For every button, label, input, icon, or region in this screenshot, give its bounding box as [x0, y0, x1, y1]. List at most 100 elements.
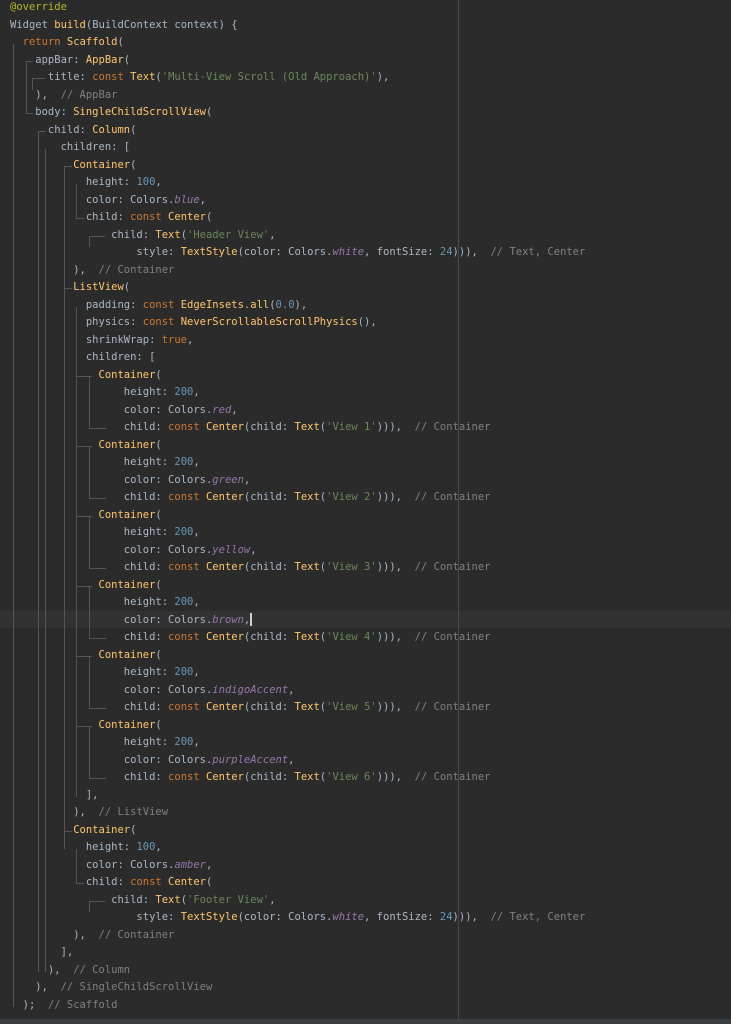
code-line[interactable]: style: TextStyle(color: Colors.white, fo… [10, 244, 585, 262]
code-token: ), [10, 263, 99, 276]
code-line[interactable]: child: const Center(child: Text('View 1'… [10, 419, 491, 437]
code-token: Container [73, 158, 131, 171]
code-token: Center [168, 876, 206, 888]
code-line[interactable]: Container( [10, 717, 162, 735]
code-token: , [155, 176, 162, 188]
code-line[interactable]: child: Column( [10, 122, 137, 140]
code-token: ListView [73, 281, 124, 293]
code-line[interactable]: Container( [10, 157, 136, 175]
code-token: // Container [414, 421, 491, 433]
code-token: green [212, 473, 244, 486]
code-token: height: [10, 456, 175, 468]
code-line[interactable]: ], [10, 787, 99, 805]
code-token: ( [205, 876, 213, 888]
code-token: Container [98, 648, 156, 661]
code-editor[interactable]: @override Widget build(BuildContext conte… [0, 0, 731, 1024]
code-line[interactable]: child: const Center( [10, 209, 212, 227]
code-line[interactable]: ), // Column [10, 962, 130, 980]
code-line[interactable]: color: Colors.indigoAccent, [10, 682, 295, 700]
code-line[interactable]: child: const Center(child: Text('View 3'… [10, 559, 491, 577]
editor-bottom-scrollbar[interactable] [0, 1019, 731, 1024]
code-token: 200 [174, 386, 194, 398]
code-line[interactable]: ), // SingleChildScrollView [10, 979, 212, 997]
code-line[interactable]: height: 200, [10, 664, 200, 682]
code-line[interactable]: children: [ [10, 139, 131, 157]
code-token: (color: Colors. [237, 246, 333, 258]
code-line[interactable]: child: const Center(child: Text('View 4'… [10, 629, 491, 647]
code-line[interactable]: Widget build(BuildContext context) { [10, 17, 238, 35]
code-line[interactable]: ListView( [10, 279, 130, 297]
code-token: purpleAccent [212, 753, 289, 766]
code-line[interactable]: style: TextStyle(color: Colors.white, fo… [10, 909, 585, 927]
code-line[interactable]: ), // Container [10, 927, 174, 945]
code-line[interactable]: Container( [10, 647, 162, 665]
code-token: physics: [10, 316, 143, 328]
code-token: ), [376, 71, 390, 83]
code-line[interactable]: child: const Center(child: Text('View 5'… [10, 699, 491, 717]
code-token: 200 [174, 526, 194, 538]
code-line[interactable]: Container( [10, 437, 162, 455]
code-line[interactable]: child: Text('Footer View', [10, 892, 276, 910]
code-line[interactable]: color: Colors.purpleAccent, [10, 752, 295, 770]
code-line[interactable]: color: Colors.blue, [10, 192, 206, 210]
code-line[interactable]: height: 200, [10, 384, 200, 402]
code-line[interactable]: child: const Center(child: Text('View 6'… [10, 769, 491, 787]
code-line[interactable]: ), // AppBar [10, 87, 117, 105]
code-token: Column [92, 123, 131, 136]
code-line[interactable]: physics: const NeverScrollableScrollPhys… [10, 314, 377, 332]
code-line[interactable]: Container( [10, 507, 162, 525]
code-token: // Container [98, 928, 175, 941]
code-token: Text [130, 71, 156, 83]
code-line[interactable]: color: Colors.red, [10, 402, 238, 420]
code-token: children: [ [10, 141, 131, 153]
code-line[interactable]: color: Colors.green, [10, 472, 250, 490]
code-token: const [168, 421, 206, 433]
code-token: 'View 2' [326, 491, 377, 503]
code-line[interactable]: ], [10, 944, 74, 962]
code-line[interactable]: Container( [10, 367, 162, 385]
code-token: , [193, 456, 200, 468]
code-line[interactable]: height: 200, [10, 734, 200, 752]
code-line[interactable]: return Scaffold( [10, 34, 124, 52]
code-token: child: [10, 228, 156, 241]
code-token: ( [155, 438, 162, 451]
code-line[interactable]: child: Text('Header View', [10, 227, 275, 245]
code-token: 0.0 [275, 298, 295, 311]
code-line[interactable]: height: 200, [10, 454, 200, 472]
code-line[interactable]: title: const Text('Multi-View Scroll (Ol… [10, 69, 389, 87]
code-line[interactable]: color: Colors.yellow, [10, 542, 257, 560]
code-token: (child: [243, 491, 295, 503]
code-line[interactable]: height: 100, [10, 174, 162, 192]
code-line[interactable]: body: SingleChildScrollView( [10, 104, 212, 122]
code-token: (BuildContext context) { [85, 18, 238, 31]
code-line[interactable]: ), // ListView [10, 804, 168, 822]
code-token: 24 [439, 911, 453, 923]
code-token: white [332, 246, 365, 258]
code-line[interactable]: children: [ [10, 349, 156, 367]
code-token: // Container [98, 263, 175, 276]
code-line[interactable]: height: 100, [10, 839, 162, 857]
code-line[interactable]: @override [10, 0, 67, 17]
code-line[interactable]: Container( [10, 822, 136, 840]
code-token: Center [205, 771, 244, 783]
code-line[interactable]: ), // Container [10, 262, 174, 280]
code-line[interactable]: ); // Scaffold [10, 997, 118, 1015]
code-line[interactable]: shrinkWrap: true, [10, 332, 194, 350]
code-line[interactable]: child: const Center(child: Text('View 2'… [10, 489, 491, 507]
code-line[interactable]: color: Colors.amber, [10, 857, 212, 875]
code-token: Center [205, 631, 244, 643]
code-token: all [250, 298, 270, 311]
code-line[interactable]: height: 200, [10, 524, 200, 542]
code-line[interactable]: Container( [10, 577, 162, 595]
code-line[interactable]: color: Colors.brown, [10, 612, 253, 630]
code-line[interactable]: child: const Center( [10, 874, 212, 892]
code-token: // Column [73, 963, 131, 976]
code-line[interactable]: appBar: AppBar( [10, 52, 130, 70]
code-line[interactable]: padding: const EdgeInsets.all(0.0), [10, 297, 307, 315]
code-line[interactable]: height: 200, [10, 594, 200, 612]
code-token: shrinkWrap: [10, 333, 162, 346]
code-token: Container [98, 508, 156, 521]
code-token: ( [155, 718, 162, 731]
code-token: , [269, 893, 276, 906]
